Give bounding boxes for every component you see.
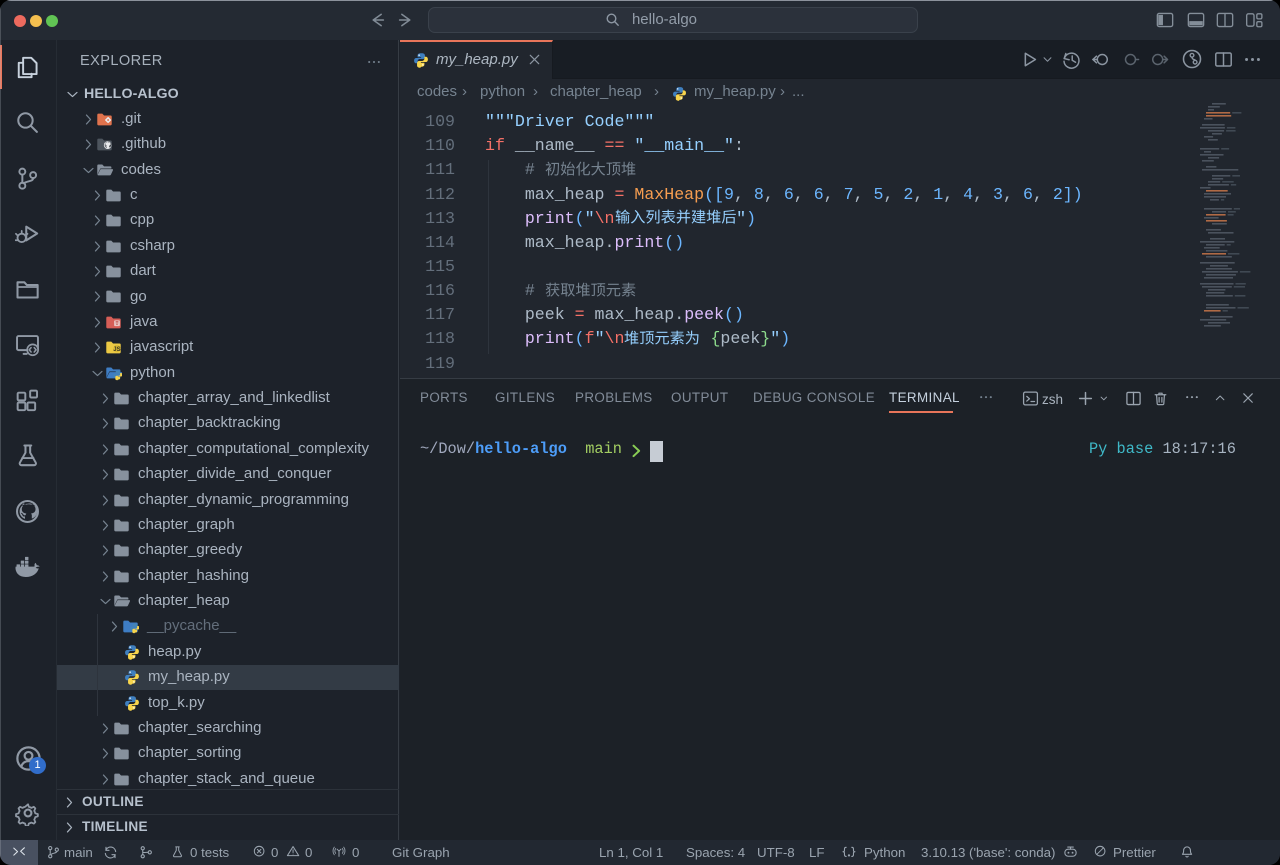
svg-text:JS: JS — [113, 347, 120, 353]
